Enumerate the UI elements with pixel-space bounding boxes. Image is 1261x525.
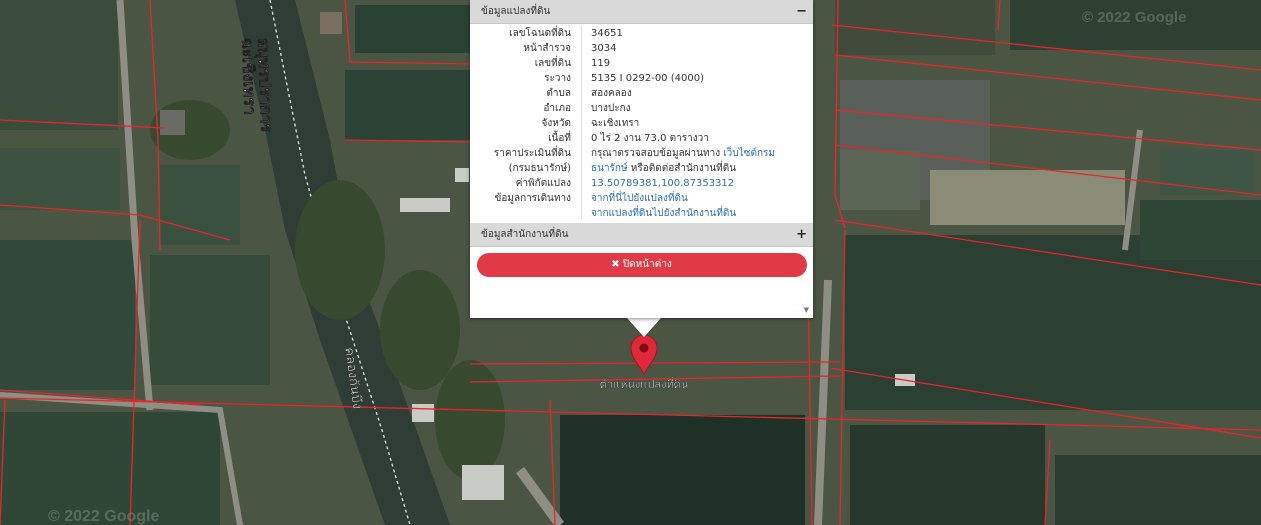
- row-label: (กรมธนารักษ์): [508, 163, 571, 174]
- treasury-website-link-cont[interactable]: ธนารักษ์: [591, 163, 628, 174]
- row-label: เนื้อที่: [548, 133, 571, 144]
- treasury-website-link[interactable]: เว็บไซต์กรม: [723, 148, 775, 159]
- row-label: อำเภอ: [543, 103, 571, 114]
- row-label: ระวาง: [544, 73, 571, 84]
- price-text-cont: หรือติดต่อสำนักงานที่ดิน: [630, 163, 737, 174]
- row-value: จากที่นี่ไปยังแปลงที่ดิน: [571, 191, 688, 206]
- info-row-price: ราคาประเมินที่ดิน กรุณาตรวจสอบข้อมูลผ่าน…: [470, 146, 813, 161]
- price-text: กรุณาตรวจสอบข้อมูลผ่านทาง: [591, 148, 721, 159]
- info-row-deed: เลขโฉนดที่ดิน 34651: [470, 26, 813, 41]
- row-value: จากแปลงที่ดินไปยังสำนักงานที่ดิน: [571, 206, 736, 221]
- expand-icon[interactable]: +: [796, 223, 807, 246]
- row-label: ตำบล: [546, 88, 571, 99]
- info-row-subdistrict: ตำบล สองคลอง: [470, 86, 813, 101]
- row-value: 119: [591, 58, 611, 69]
- close-button-wrap: ✖ ปิดหน้าต่าง: [470, 247, 813, 277]
- row-label: เลขโฉนดที่ดิน: [509, 28, 571, 39]
- info-row-route: ข้อมูลการเดินทาง จากที่นี่ไปยังแปลงที่ดิ…: [470, 191, 813, 206]
- parcel-info-table: เลขโฉนดที่ดิน 34651 หน้าสำรวจ 3034 เลขที…: [470, 24, 813, 221]
- parcel-info-header[interactable]: ข้อมูลแปลงที่ดิน −: [470, 0, 813, 24]
- row-value: 13.50789381,100.87353312: [571, 176, 734, 191]
- column-divider: [581, 26, 582, 219]
- collapse-icon[interactable]: −: [796, 0, 807, 23]
- land-office-header[interactable]: ข้อมูลสำนักงานที่ดิน +: [470, 223, 813, 247]
- parcel-info-popup: ข้อมูลแปลงที่ดิน − เลขโฉนดที่ดิน 34651 ห…: [470, 0, 813, 318]
- row-label: เลขที่ดิน: [534, 58, 571, 69]
- row-label: ราคาประเมินที่ดิน: [493, 148, 571, 159]
- info-row-sheet: ระวาง 5135 I 0292-00 (4000): [470, 71, 813, 86]
- info-row-survey-page: หน้าสำรวจ 3034: [470, 41, 813, 56]
- google-watermark-top: © 2022 Google: [1082, 9, 1186, 26]
- scroll-down-icon[interactable]: ▼: [804, 306, 809, 314]
- info-row-route-cont: จากแปลงที่ดินไปยังสำนักงานที่ดิน: [470, 206, 813, 221]
- route-to-office-link[interactable]: จากแปลงที่ดินไปยังสำนักงานที่ดิน: [591, 208, 736, 219]
- parcel-info-title: ข้อมูลแปลงที่ดิน: [481, 6, 551, 17]
- info-row-coordinates: ค่าพิกัดแปลง 13.50789381,100.87353312: [470, 176, 813, 191]
- info-row-district: อำเภอ บางปะกง: [470, 101, 813, 116]
- row-value: กรุณาตรวจสอบข้อมูลผ่านทาง เว็บไซต์กรม: [571, 146, 775, 161]
- info-row-price-cont: (กรมธนารักษ์) ธนารักษ์ หรือติดต่อสำนักงา…: [470, 161, 813, 176]
- row-label: ค่าพิกัดแปลง: [515, 178, 571, 189]
- info-row-land-number: เลขที่ดิน 119: [470, 56, 813, 71]
- google-watermark-bottom: © 2022 Google: [48, 508, 159, 525]
- info-row-province: จังหวัด ฉะเชิงเทรา: [470, 116, 813, 131]
- row-value: 0 ไร่ 2 งาน 73.0 ตารางวา: [591, 133, 709, 144]
- row-label: [470, 206, 571, 221]
- row-label: หน้าสำรวจ: [523, 43, 571, 54]
- marker-label: ตำแหน่งแปลงที่ดิน: [600, 376, 689, 391]
- popup-pointer: [627, 318, 661, 337]
- info-row-area: เนื้อที่ 0 ไร่ 2 งาน 73.0 ตารางวา: [470, 131, 813, 146]
- close-window-button[interactable]: ✖ ปิดหน้าต่าง: [476, 253, 807, 277]
- row-value: 34651: [591, 28, 623, 39]
- coordinates-link[interactable]: 13.50789381,100.87353312: [591, 178, 734, 189]
- row-label: จังหวัด: [541, 118, 571, 129]
- row-value: 3034: [591, 43, 617, 54]
- land-office-title: ข้อมูลสำนักงานที่ดิน: [481, 229, 569, 240]
- route-to-parcel-link[interactable]: จากที่นี่ไปยังแปลงที่ดิน: [591, 193, 688, 204]
- row-label: ข้อมูลการเดินทาง: [494, 193, 571, 204]
- row-value: บางปะกง: [591, 103, 631, 114]
- row-value: ธนารักษ์ หรือติดต่อสำนักงานที่ดิน: [571, 161, 736, 176]
- row-value: 5135 I 0292-00 (4000): [591, 73, 704, 84]
